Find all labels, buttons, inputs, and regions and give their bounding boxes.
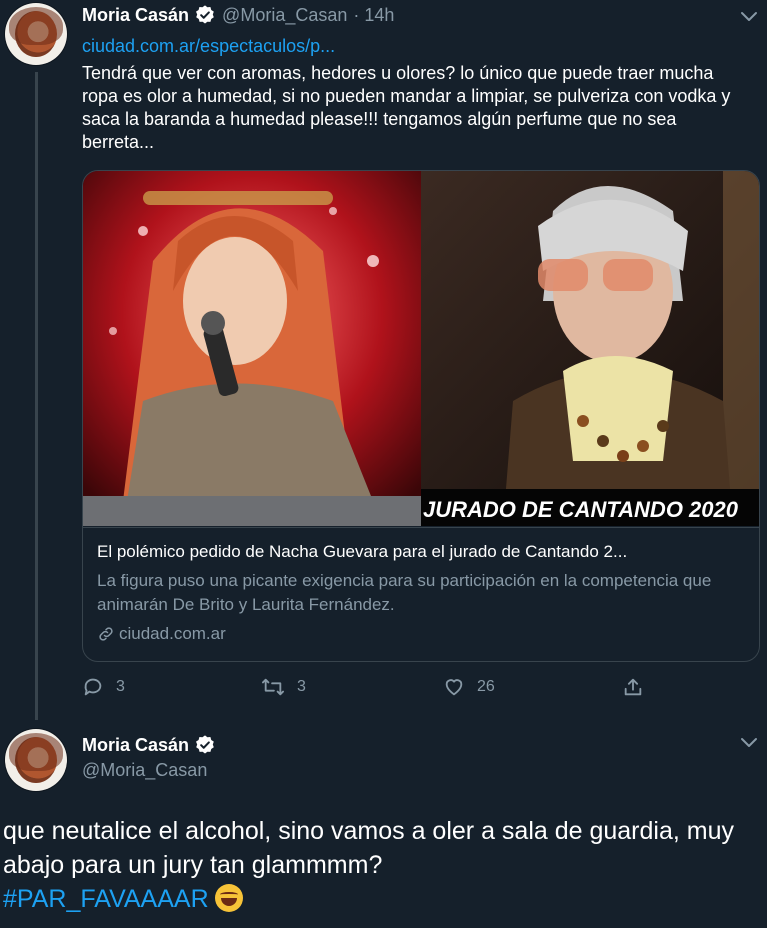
tweet-header: Moria Casán	[82, 734, 216, 756]
tweet-time[interactable]: · 14h	[353, 5, 394, 26]
like-count: 26	[477, 678, 495, 695]
chevron-down-icon[interactable]	[739, 10, 759, 24]
tweet-text-body: que neutalice el alcohol, sino vamos a o…	[3, 817, 734, 879]
share-button[interactable]	[622, 676, 656, 698]
link-card[interactable]: JURADO DE CANTANDO 2020 El polémico pedi…	[82, 170, 760, 662]
retweet-icon	[261, 678, 284, 696]
card-image[interactable]: JURADO DE CANTANDO 2020	[83, 171, 759, 526]
share-icon	[624, 678, 642, 696]
like-button[interactable]: 26	[443, 676, 495, 698]
link-icon	[99, 627, 113, 641]
chevron-down-icon[interactable]	[739, 736, 759, 750]
card-title[interactable]: El polémico pedido de Nacha Guevara para…	[97, 542, 627, 562]
tweet-text: que neutalice el alcohol, sino vamos a o…	[0, 814, 767, 916]
reply-icon	[84, 678, 102, 696]
reply-count: 3	[116, 678, 125, 695]
retweet-button[interactable]: 3	[261, 676, 306, 698]
thread-line	[35, 72, 38, 720]
tweet-link[interactable]: ciudad.com.ar/espectaculos/p...	[82, 36, 335, 57]
like-icon	[445, 679, 463, 696]
image-banner-text: JURADO DE CANTANDO 2020	[423, 497, 739, 522]
card-domain: ciudad.com.ar	[97, 624, 226, 644]
avatar[interactable]	[5, 729, 67, 791]
tweet-header: Moria Casán @Moria_Casan · 14h	[82, 4, 394, 26]
avatar[interactable]	[5, 3, 67, 65]
author-name[interactable]: Moria Casán	[82, 735, 189, 756]
card-body[interactable]: El polémico pedido de Nacha Guevara para…	[83, 527, 759, 661]
retweet-count: 3	[297, 678, 306, 695]
hashtag-link[interactable]: #PAR_FAVAAAAR	[3, 885, 209, 913]
reply-button[interactable]: 3	[82, 676, 125, 698]
tweet-text: Tendrá que ver con aromas, hedores u olo…	[82, 63, 731, 152]
card-domain-text: ciudad.com.ar	[119, 624, 226, 643]
card-description: La figura puso una picante exigencia par…	[97, 571, 712, 614]
author-name[interactable]: Moria Casán	[82, 5, 189, 26]
author-handle[interactable]: @Moria_Casan	[222, 5, 347, 26]
rolling-laughing-emoji	[214, 884, 243, 912]
avatar-hair	[9, 733, 63, 771]
verified-badge-icon	[196, 5, 214, 24]
avatar-hair	[9, 7, 63, 45]
author-handle[interactable]: @Moria_Casan	[82, 760, 207, 781]
verified-badge-icon	[196, 735, 214, 754]
